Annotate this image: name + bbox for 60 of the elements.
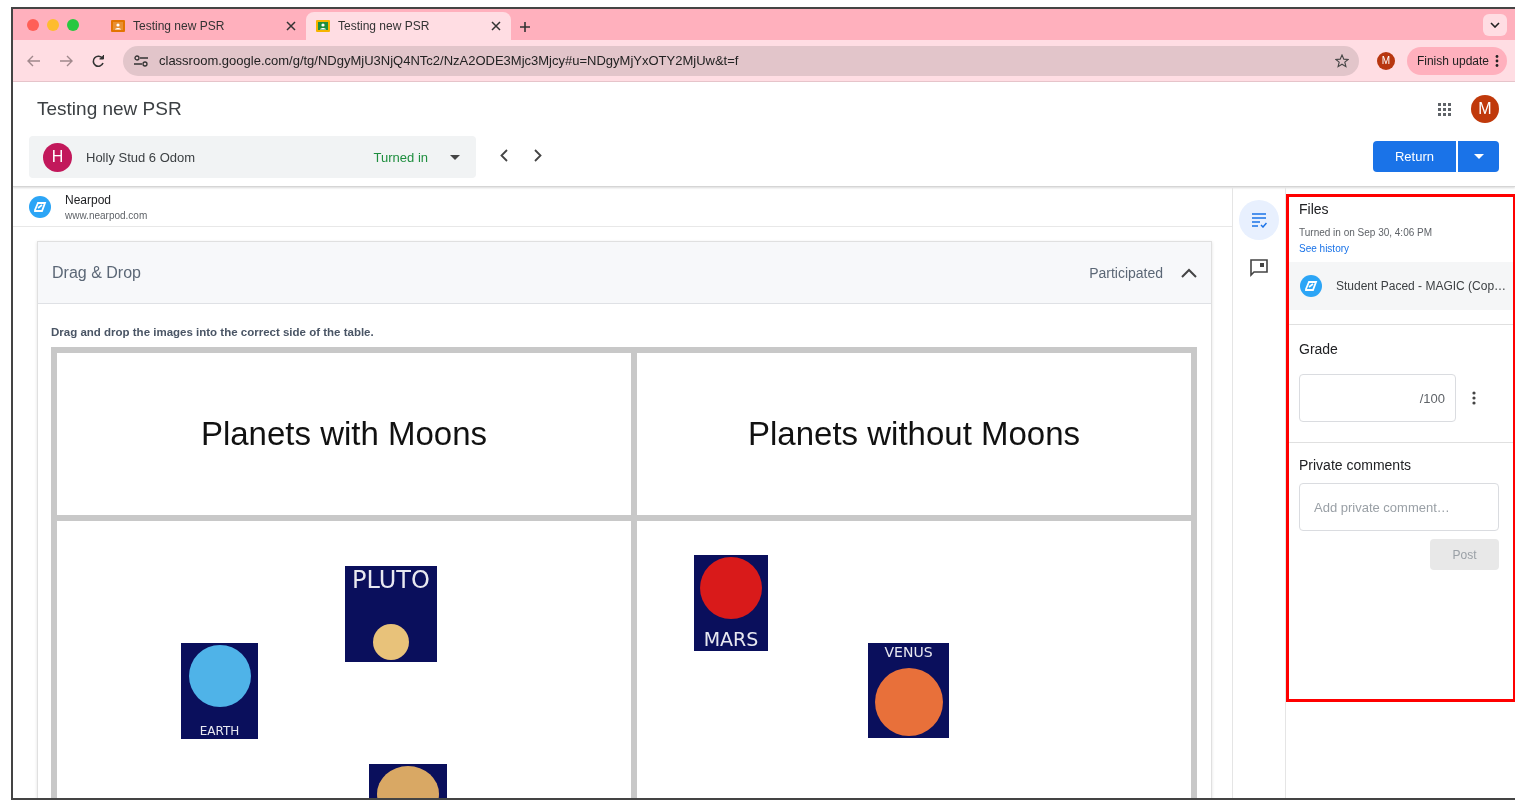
column-heading: Planets without Moons (637, 353, 1192, 515)
nearpod-logo-icon (29, 195, 51, 218)
checklist-icon (1251, 212, 1268, 228)
plus-icon[interactable] (519, 21, 531, 33)
star-icon[interactable] (1334, 53, 1349, 68)
section-title: Private comments (1299, 457, 1413, 473)
browser-tab[interactable]: Testing new PSR (306, 12, 511, 40)
chevron-down-icon (1490, 22, 1500, 28)
reload-icon[interactable] (91, 53, 105, 68)
close-icon[interactable] (286, 21, 296, 31)
turned-in-time: Turned in on Sep 30, 4:06 PM (1299, 227, 1434, 238)
browser-tab[interactable]: Testing new PSR (101, 12, 306, 40)
comment-field[interactable]: Add private comment… (1299, 483, 1499, 531)
site-settings-icon[interactable] (133, 53, 149, 68)
previous-student-icon[interactable] (500, 149, 508, 162)
instruction-text: Drag and drop the images into the correct side of the table. (51, 326, 375, 338)
close-icon[interactable] (491, 21, 501, 31)
planet-label: VENUS (884, 645, 933, 659)
return-button[interactable]: Return (1373, 141, 1456, 172)
planet-label: EARTH (199, 725, 240, 737)
see-history-link[interactable]: See history (1299, 243, 1350, 254)
comment-icon (1250, 259, 1269, 277)
files-tab[interactable] (1239, 200, 1280, 240)
planet-card[interactable]: EARTH (181, 643, 258, 739)
next-student-icon[interactable] (534, 149, 542, 162)
planet-label: MARS (703, 630, 759, 649)
return-options-button[interactable] (1458, 141, 1499, 172)
profile-avatar[interactable]: M (1376, 51, 1395, 70)
section-title: Files (1299, 201, 1330, 217)
activity-header[interactable]: Drag & Drop Participated (38, 242, 1212, 304)
chevron-up-icon[interactable] (1181, 267, 1198, 278)
forward-arrow-icon[interactable] (59, 54, 73, 67)
attachment-url: www.nearpod.com (65, 209, 148, 221)
address-bar[interactable]: classroom.google.com/g/tg/NDgyMjU3NjQ4NTc2/NzA2ODE3Mjc3Mjcy#u=NDgyMjYxOTY2MjUw&t=f (123, 45, 1359, 76)
section-title: Grade (1299, 341, 1339, 357)
attachment-name[interactable]: Nearpod (65, 192, 148, 207)
participation-status: Participated (1089, 264, 1164, 281)
more-vertical-icon[interactable] (1472, 391, 1476, 405)
student-selector[interactable]: H Holly Stud 6 Odom Turned in (29, 136, 476, 178)
classroom-favicon-icon (111, 20, 125, 32)
more-vertical-icon (1495, 54, 1499, 67)
tab-search-button[interactable] (1483, 14, 1507, 36)
page-title: Testing new PSR (37, 98, 182, 120)
caret-down-icon (1473, 154, 1484, 159)
file-item[interactable]: Student Paced - MAGIC (Cop… (1286, 262, 1515, 310)
submission-status: Turned in (373, 149, 428, 165)
nearpod-logo-icon (1300, 275, 1322, 297)
planet-label: PLUTO (352, 568, 430, 592)
student-avatar: H (43, 142, 72, 172)
grade-field[interactable]: /100 (1299, 374, 1456, 422)
caret-down-icon (450, 154, 460, 160)
apps-grid-icon[interactable] (1438, 102, 1451, 116)
back-arrow-icon[interactable] (27, 54, 41, 67)
planet-card[interactable]: VENUS (868, 643, 949, 738)
column-heading: Planets with Moons (57, 353, 631, 515)
account-avatar[interactable]: M (1471, 95, 1499, 123)
finish-update-button[interactable]: Finish update (1406, 46, 1507, 75)
planet-card[interactable]: PLUTO (345, 566, 437, 662)
planet-card[interactable]: MARS (694, 555, 768, 651)
classroom-favicon-icon (316, 20, 330, 32)
